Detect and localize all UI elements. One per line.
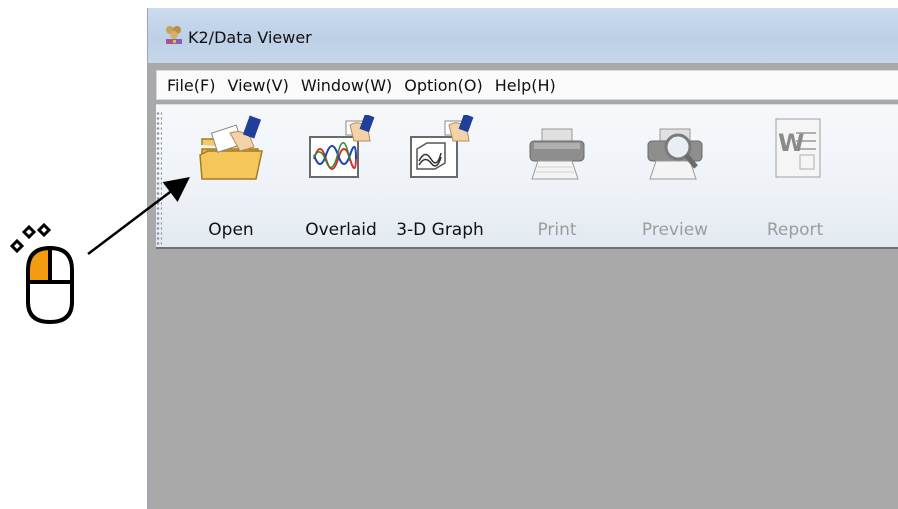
toolbar: Open Overlaid 3-D Graph Print Preview W … — [156, 104, 898, 249]
print-label: Print — [537, 220, 577, 240]
open-folder-icon — [199, 115, 263, 180]
overlaid-label: Overlaid — [305, 220, 377, 240]
title-bar[interactable]: K2/Data Viewer — [148, 8, 898, 63]
report-button[interactable]: W Report — [740, 109, 850, 245]
report-label: Report — [766, 220, 824, 240]
overlaid-graph-icon — [309, 115, 375, 178]
open-label: Open — [208, 220, 254, 240]
3d-graph-button[interactable]: 3-D Graph — [385, 109, 495, 245]
3d-graph-icon — [410, 115, 474, 178]
print-preview-icon — [647, 128, 703, 180]
app-window: K2/Data Viewer File(F) View(V) Window(W)… — [147, 8, 898, 509]
word-report-icon: W — [775, 118, 821, 178]
svg-text:W: W — [778, 129, 804, 157]
preview-button[interactable]: Preview — [620, 109, 730, 245]
print-button[interactable]: Print — [502, 109, 612, 245]
menu-file[interactable]: File(F) — [165, 76, 225, 95]
mdi-client-area[interactable] — [164, 252, 898, 509]
toolbar-grip[interactable] — [156, 111, 162, 245]
menu-bar: File(F) View(V) Window(W) Option(O) Help… — [156, 70, 898, 100]
preview-label: Preview — [641, 220, 709, 240]
window-title: K2/Data Viewer — [188, 28, 312, 47]
menu-option[interactable]: Option(O) — [402, 76, 492, 95]
app-logo-icon — [166, 26, 182, 44]
overlaid-button[interactable]: Overlaid — [286, 109, 396, 245]
3d-graph-label: 3-D Graph — [396, 220, 484, 240]
menu-help[interactable]: Help(H) — [493, 76, 566, 95]
printer-icon — [529, 128, 585, 180]
menu-view[interactable]: View(V) — [225, 76, 298, 95]
open-button[interactable]: Open — [176, 109, 286, 245]
menu-window[interactable]: Window(W) — [299, 76, 402, 95]
mouse-left-click-icon — [9, 222, 74, 325]
